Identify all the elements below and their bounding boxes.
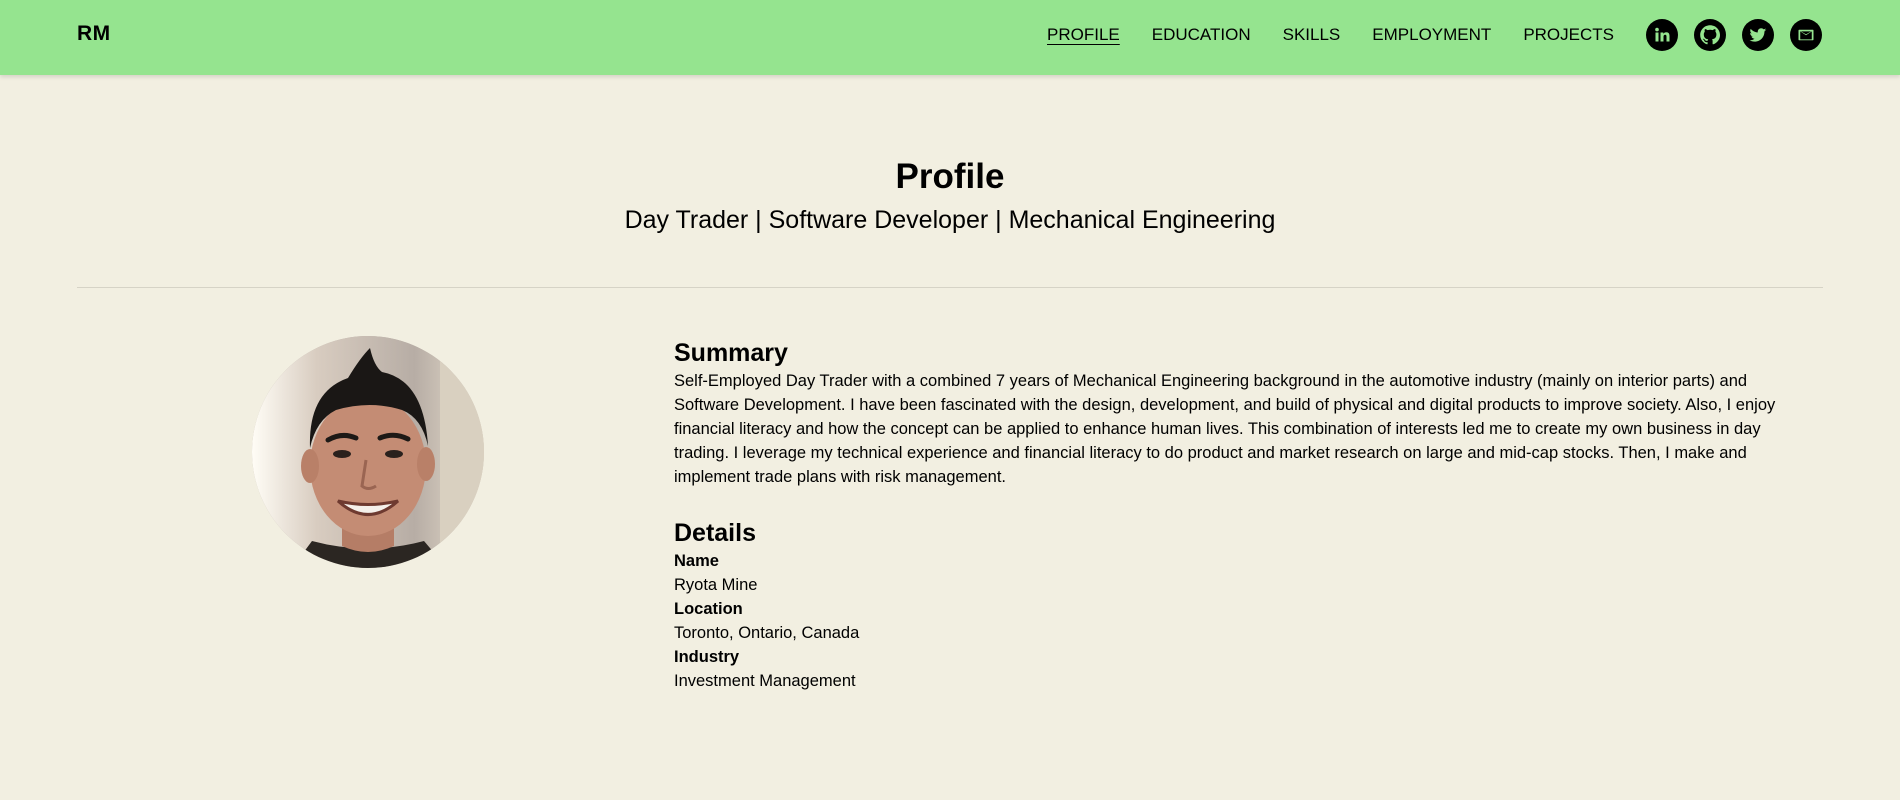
email-icon[interactable] bbox=[1790, 19, 1822, 51]
detail-label-location: Location bbox=[674, 600, 743, 618]
detail-value-industry: Investment Management bbox=[674, 672, 856, 690]
nav-link-employment[interactable]: EMPLOYMENT bbox=[1372, 24, 1491, 46]
social-links bbox=[1646, 19, 1822, 51]
linkedin-icon[interactable] bbox=[1646, 19, 1678, 51]
main-nav: PROFILE EDUCATION SKILLS EMPLOYMENT PROJ… bbox=[1047, 24, 1614, 46]
summary-heading: Summary bbox=[674, 339, 788, 367]
summary-text: Self-Employed Day Trader with a combined… bbox=[674, 372, 1776, 486]
section-divider bbox=[77, 287, 1823, 288]
page-title: Profile bbox=[895, 157, 1005, 196]
nav-link-skills[interactable]: SKILLS bbox=[1283, 24, 1341, 46]
nav-link-profile[interactable]: PROFILE bbox=[1047, 24, 1120, 46]
detail-label-name: Name bbox=[674, 552, 719, 570]
nav-link-projects[interactable]: PROJECTS bbox=[1523, 24, 1614, 46]
profile-content: Summary Self-Employed Day Trader with a … bbox=[674, 337, 1814, 693]
detail-value-location: Toronto, Ontario, Canada bbox=[674, 624, 860, 642]
page-subtitle: Day Trader | Software Developer | Mechan… bbox=[624, 206, 1276, 234]
detail-value-name: Ryota Mine bbox=[674, 576, 758, 594]
detail-label-industry: Industry bbox=[674, 648, 740, 666]
details-list: Name Ryota Mine Location Toronto, Ontari… bbox=[674, 549, 1814, 693]
avatar bbox=[252, 336, 484, 568]
nav-link-education[interactable]: EDUCATION bbox=[1152, 24, 1251, 46]
brand-logo[interactable]: RM bbox=[77, 22, 111, 46]
twitter-icon[interactable] bbox=[1742, 19, 1774, 51]
github-icon[interactable] bbox=[1694, 19, 1726, 51]
top-navbar: RM PROFILE EDUCATION SKILLS EMPLOYMENT P… bbox=[0, 0, 1900, 75]
details-heading: Details bbox=[674, 519, 756, 547]
